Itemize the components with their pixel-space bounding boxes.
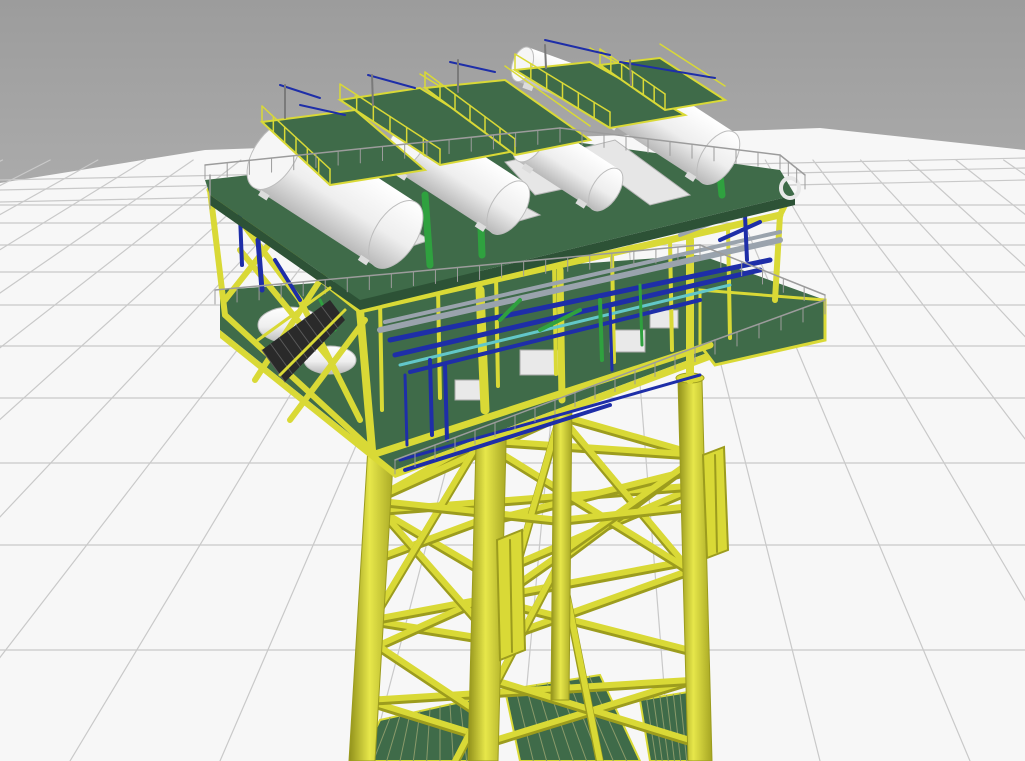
pipe-run [743, 213, 749, 262]
3d-viewport[interactable] [0, 0, 1025, 761]
pipe-run [638, 283, 644, 347]
vent-mast [629, 59, 632, 86]
platform-scene[interactable] [0, 0, 1025, 761]
vent-mast [544, 44, 547, 69]
jacket-leg [550, 394, 573, 701]
pipe-run [428, 358, 434, 437]
pipe-run [598, 298, 604, 362]
vertical-pipe [421, 191, 434, 269]
pipe-run [403, 373, 409, 447]
pipe-run [443, 363, 449, 442]
vent-mast [371, 74, 374, 106]
deck-column [378, 298, 384, 412]
pipe-run [608, 303, 614, 372]
